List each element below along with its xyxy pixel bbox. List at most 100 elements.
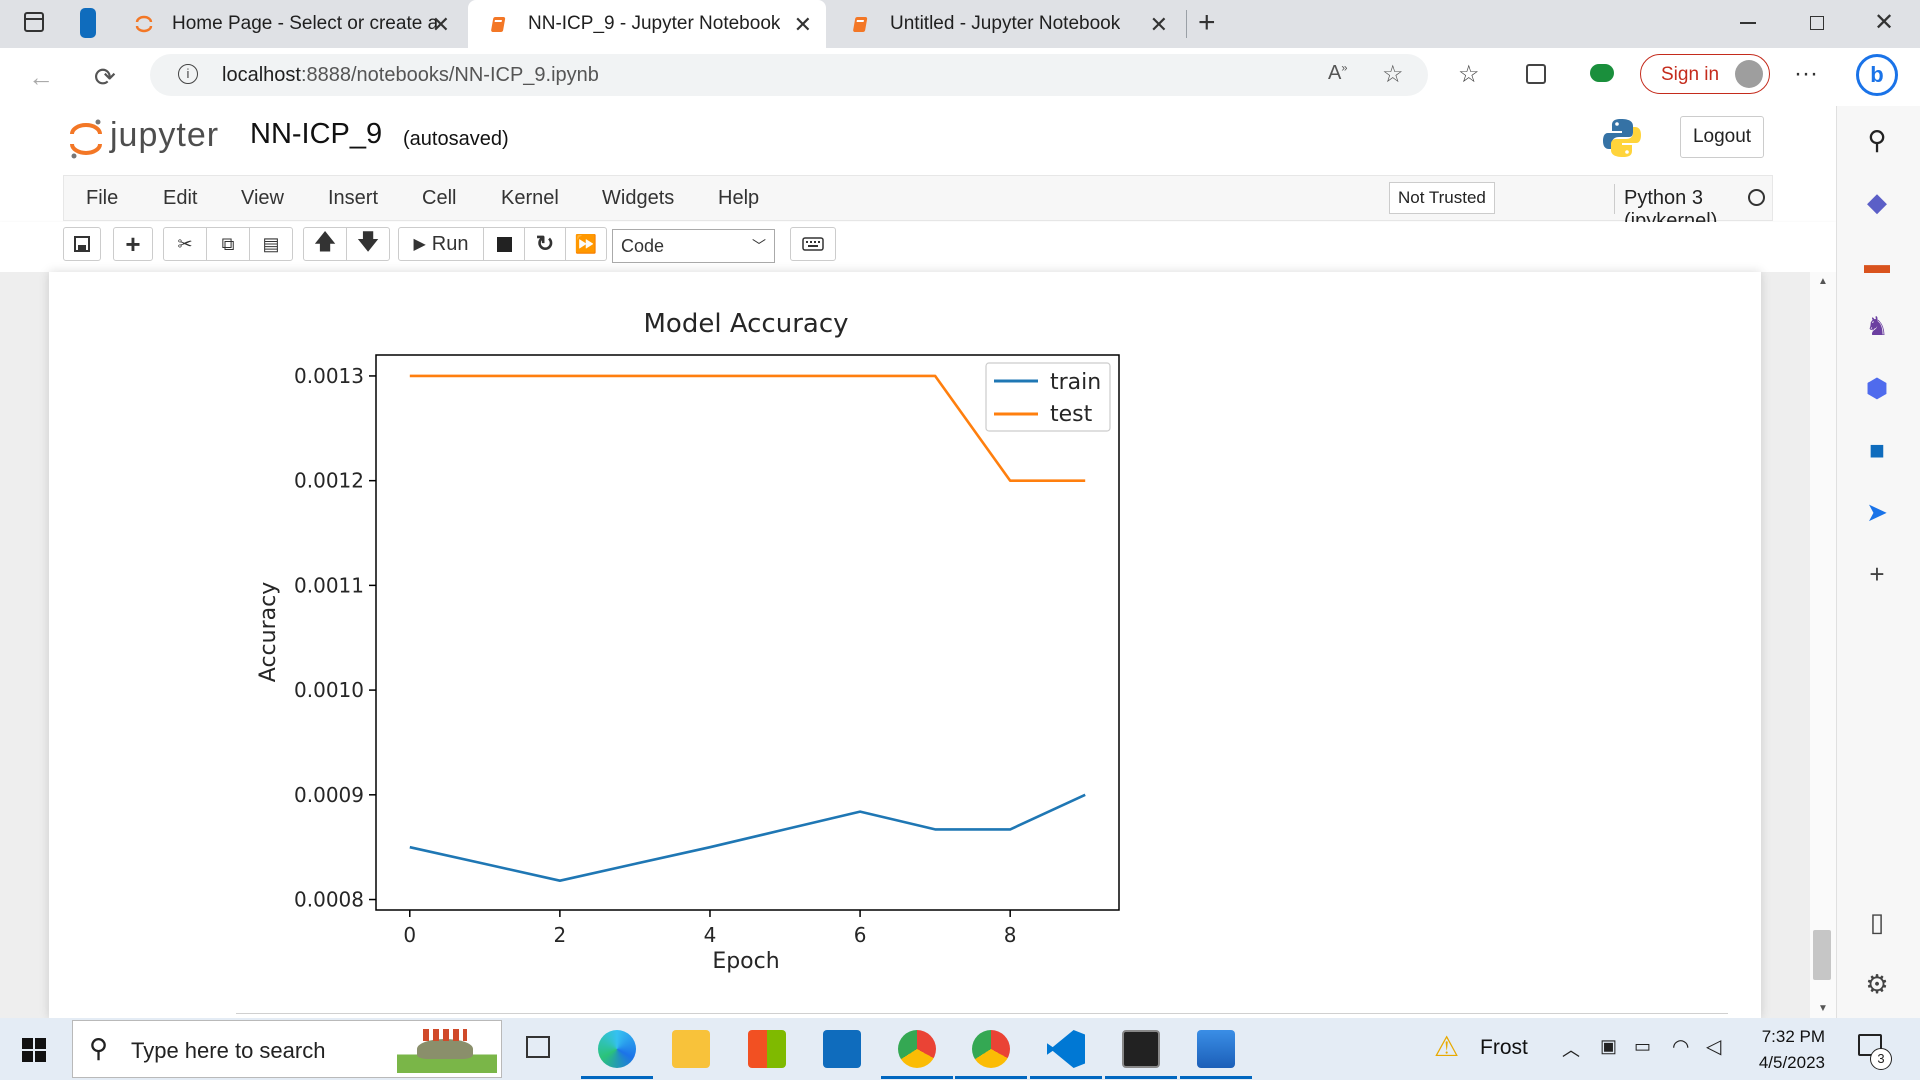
not-trusted-button[interactable]: Not Trusted xyxy=(1389,182,1495,214)
collections-icon[interactable] xyxy=(1526,64,1546,84)
extension-icon[interactable] xyxy=(1590,64,1614,82)
taskbar-clock[interactable]: 7:32 PM 4/5/2023 xyxy=(1745,1024,1825,1076)
paste-icon[interactable]: ▤ xyxy=(249,227,293,261)
x-tick-label: 2 xyxy=(554,923,567,947)
weather-text[interactable]: Frost xyxy=(1480,1036,1528,1060)
games-icon[interactable]: ♞ xyxy=(1861,310,1893,342)
favorites-icon[interactable]: ☆ xyxy=(1458,60,1480,89)
search-icon[interactable]: ⚲ xyxy=(1861,124,1893,156)
restart-run-all-icon[interactable]: ⏩ xyxy=(565,227,607,261)
y-tick-label: 0.0009 xyxy=(294,783,364,807)
add-icon[interactable]: + xyxy=(1861,558,1893,590)
close-icon[interactable]: ✕ xyxy=(432,12,450,38)
vertical-tabs-icon[interactable] xyxy=(80,8,96,38)
volume-icon[interactable]: ◁ xyxy=(1706,1034,1721,1059)
tab-actions-icon[interactable] xyxy=(24,12,44,32)
copy-icon[interactable]: ⧉ xyxy=(206,227,250,261)
sign-in-button[interactable]: Sign in xyxy=(1640,54,1770,94)
python-logo-icon xyxy=(1603,119,1641,157)
restore-icon[interactable] xyxy=(1810,16,1824,30)
close-icon[interactable]: ✕ xyxy=(1150,12,1168,38)
menu-insert[interactable]: Insert xyxy=(328,187,378,210)
window-close-icon[interactable]: ✕ xyxy=(1874,8,1894,37)
search-placeholder: Type here to search xyxy=(131,1038,326,1063)
notebook-name[interactable]: NN-ICP_9 xyxy=(250,118,382,151)
office-icon[interactable]: ⬢ xyxy=(1861,372,1893,404)
menu-file[interactable]: File xyxy=(86,187,118,210)
menu-view[interactable]: View xyxy=(241,187,284,210)
tab-home-page[interactable]: Home Page - Select or create a n ✕ xyxy=(112,0,464,48)
menu-cell[interactable]: Cell xyxy=(422,187,456,210)
meet-now-icon[interactable]: ▣ xyxy=(1600,1036,1617,1057)
edge-app-icon[interactable] xyxy=(598,1030,636,1068)
wifi-icon[interactable]: ◠ xyxy=(1672,1034,1689,1059)
refresh-icon[interactable]: ⟳ xyxy=(94,62,116,93)
bing-copilot-icon[interactable]: b xyxy=(1856,54,1898,96)
menu-widgets[interactable]: Widgets xyxy=(602,187,674,210)
chevron-up-icon[interactable]: ︿ xyxy=(1562,1036,1580,1062)
insert-cell-icon[interactable]: + xyxy=(113,227,153,261)
outlook-icon[interactable]: ■ xyxy=(1861,434,1893,466)
cell-type-select[interactable]: Code ﹀ xyxy=(612,229,775,263)
vscode-icon[interactable] xyxy=(1047,1030,1085,1068)
info-icon[interactable]: i xyxy=(178,64,198,84)
more-menu-icon[interactable]: ··· xyxy=(1794,60,1818,88)
split-screen-icon[interactable]: ▯ xyxy=(1861,906,1893,938)
terminal-icon[interactable] xyxy=(1122,1030,1160,1068)
keyboard-icon[interactable] xyxy=(790,227,836,261)
scrollbar-thumb[interactable] xyxy=(1813,930,1831,980)
url-field[interactable]: i localhost:8888/notebooks/NN-ICP_9.ipyn… xyxy=(150,54,1428,96)
interrupt-icon[interactable] xyxy=(483,227,525,261)
restart-icon[interactable]: ↻ xyxy=(524,227,566,261)
y-tick-label: 0.0008 xyxy=(294,888,364,912)
add-favorite-icon[interactable]: ☆ xyxy=(1382,60,1404,89)
tools-icon[interactable]: ▬ xyxy=(1861,248,1893,280)
send-icon[interactable]: ➤ xyxy=(1861,496,1893,528)
x-tick-label: 0 xyxy=(403,923,416,947)
search-icon: ⚲ xyxy=(89,1033,109,1063)
taskbar-search-box[interactable]: ⚲ Type here to search xyxy=(72,1020,502,1078)
move-down-icon[interactable]: 🡇 xyxy=(346,227,390,261)
windows-taskbar: ⚲ Type here to search ⚠ Frost ︿ ▣ ▭ ◠ ◁ … xyxy=(0,1018,1920,1080)
jupyter-favicon xyxy=(135,15,153,33)
tab-title: Home Page - Select or create a n xyxy=(172,13,437,34)
read-aloud-icon[interactable]: A» xyxy=(1328,62,1347,85)
battery-icon[interactable]: ▭ xyxy=(1634,1036,1651,1057)
legend-label-train: train xyxy=(1050,370,1101,395)
back-arrow-icon[interactable]: ← xyxy=(28,62,54,93)
run-button[interactable]: ▶ Run xyxy=(398,227,484,261)
tab-untitled[interactable]: Untitled - Jupyter Notebook ✕ xyxy=(830,0,1182,48)
vertical-scrollbar[interactable]: ▲ ▼ xyxy=(1810,272,1836,1018)
photos-icon[interactable] xyxy=(1197,1030,1235,1068)
chrome-profile-icon[interactable] xyxy=(972,1030,1010,1068)
tab-nn-icp-9[interactable]: NN-ICP_9 - Jupyter Notebook ✕ xyxy=(468,0,826,48)
notebook-favicon xyxy=(491,17,506,32)
file-explorer-icon[interactable] xyxy=(672,1030,710,1068)
logout-button[interactable]: Logout xyxy=(1680,116,1764,158)
shopping-tag-icon[interactable]: ◆ xyxy=(1861,186,1893,218)
chrome-icon[interactable] xyxy=(898,1030,936,1068)
clock-time: 7:32 PM xyxy=(1761,1027,1825,1046)
minimize-icon[interactable] xyxy=(1740,22,1756,24)
save-icon[interactable] xyxy=(63,227,101,261)
stegosaurus-image xyxy=(397,1027,497,1073)
new-tab-icon[interactable]: + xyxy=(1198,6,1216,40)
move-up-icon[interactable]: 🡅 xyxy=(303,227,347,261)
y-tick-label: 0.0012 xyxy=(294,469,364,493)
mail-icon[interactable] xyxy=(823,1030,861,1068)
weather-warning-icon[interactable]: ⚠ xyxy=(1434,1030,1459,1063)
settings-icon[interactable]: ⚙ xyxy=(1861,968,1893,1000)
task-view-icon[interactable] xyxy=(526,1036,550,1058)
close-icon[interactable]: ✕ xyxy=(794,12,812,38)
jupyter-logo-icon[interactable] xyxy=(68,116,104,162)
menu-help[interactable]: Help xyxy=(718,187,759,210)
windows-start-icon[interactable] xyxy=(22,1038,46,1062)
ms-store-icon[interactable] xyxy=(748,1030,786,1068)
url-text: localhost:8888/notebooks/NN-ICP_9.ipynb xyxy=(222,64,599,86)
menu-kernel[interactable]: Kernel xyxy=(501,187,559,210)
jupyter-wordmark[interactable]: jupyter xyxy=(110,116,219,155)
kernel-status-icon xyxy=(1748,189,1765,206)
menu-edit[interactable]: Edit xyxy=(163,187,197,210)
x-tick-label: 8 xyxy=(1004,923,1017,947)
cut-icon[interactable]: ✂ xyxy=(163,227,207,261)
